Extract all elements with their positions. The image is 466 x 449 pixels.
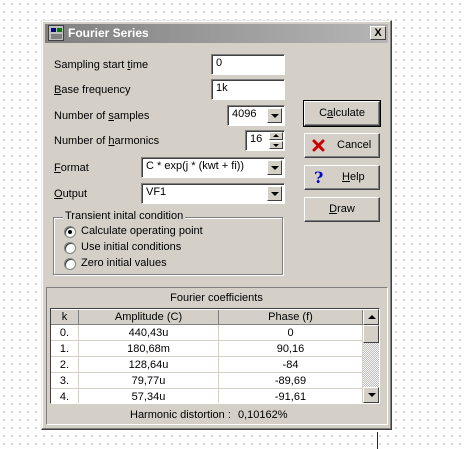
sampling-start-time-label: Sampling start time: [54, 59, 149, 71]
spinner-buttons[interactable]: [269, 132, 283, 149]
sampling-start-time-input[interactable]: 0: [211, 54, 285, 75]
cell-k: 3.: [51, 373, 79, 389]
column-header-amplitude[interactable]: Amplitude (C): [79, 310, 219, 325]
cell-k: 0.: [51, 325, 79, 341]
cell-amplitude: 128,64u: [79, 357, 219, 373]
base-frequency-label: Base frequency: [54, 84, 131, 96]
number-of-samples-label: Number of samples: [54, 110, 150, 122]
cell-k: 1.: [51, 341, 79, 357]
title-bar[interactable]: Fourier Series X: [45, 24, 388, 43]
close-button[interactable]: X: [370, 26, 386, 40]
cell-amplitude: 79,77u: [79, 373, 219, 389]
background-marker-line: [377, 432, 378, 449]
cell-amplitude: 57,34u: [79, 389, 219, 403]
table-row[interactable]: 0. 440,43u 0: [51, 325, 364, 341]
scroll-down-icon[interactable]: [363, 387, 379, 403]
vertical-scrollbar[interactable]: [363, 309, 379, 403]
spin-down-icon[interactable]: [269, 141, 283, 149]
format-value: C * exp(j * (kwt + fi)): [146, 160, 245, 172]
transient-condition-title: Transient inital condition: [63, 210, 186, 222]
table-row[interactable]: 2. 128,64u -84: [51, 357, 364, 373]
chevron-down-icon[interactable]: [267, 186, 282, 201]
chevron-down-icon[interactable]: [267, 160, 282, 175]
table-row[interactable]: 1. 180,68m 90,16: [51, 341, 364, 357]
number-of-harmonics-label: Number of harmonics: [54, 135, 160, 147]
cancel-label: Cancel: [337, 139, 372, 151]
column-header-phase[interactable]: Phase (f): [219, 310, 363, 325]
output-value: VF1: [146, 186, 167, 198]
base-frequency-input[interactable]: 1k: [211, 79, 285, 100]
cell-k: 2.: [51, 357, 79, 373]
fourier-coefficients-title: Fourier coefficients: [170, 292, 263, 304]
scroll-up-icon[interactable]: [363, 309, 379, 325]
table-row[interactable]: 4. 57,34u -91,61: [51, 389, 364, 403]
spin-up-icon[interactable]: [269, 132, 283, 140]
cell-phase: 90,16: [219, 341, 363, 357]
window-title: Fourier Series: [68, 26, 149, 40]
harmonic-distortion-label: Harmonic distortion :: [130, 409, 231, 421]
coefficients-table[interactable]: k Amplitude (C) Phase (f) 0. 440,43u 0 1…: [50, 308, 380, 404]
radio-calculate-operating-point[interactable]: [64, 226, 76, 238]
column-header-k[interactable]: k: [51, 310, 79, 325]
table-row[interactable]: 3. 79,77u -89,69: [51, 373, 364, 389]
draw-button[interactable]: Draw: [304, 197, 380, 222]
cancel-button[interactable]: Cancel: [304, 133, 380, 158]
cell-phase: 0: [219, 325, 363, 341]
format-select[interactable]: C * exp(j * (kwt + fi)): [141, 157, 285, 178]
cancel-x-icon: [312, 139, 325, 152]
number-of-harmonics-spinner[interactable]: 16: [245, 130, 285, 151]
radio-label-zero-initial-values: Zero initial values: [81, 257, 167, 269]
harmonic-distortion-value: 0,10162%: [238, 409, 288, 421]
scrollbar-thumb[interactable]: [363, 325, 379, 343]
number-of-samples-select[interactable]: 4096: [227, 105, 285, 126]
output-select[interactable]: VF1: [141, 183, 285, 204]
chevron-down-icon[interactable]: [267, 108, 282, 123]
cell-amplitude: 180,68m: [79, 341, 219, 357]
number-of-harmonics-value: 16: [250, 133, 263, 145]
format-label: Format: [54, 162, 89, 174]
app-icon: [48, 25, 64, 41]
output-label: Output: [54, 188, 88, 200]
radio-use-initial-conditions[interactable]: [64, 242, 76, 254]
help-label: Help: [342, 171, 365, 183]
fourier-series-dialog: Fourier Series X Sampling start time 0 B…: [41, 20, 392, 430]
cell-phase: -89,69: [219, 373, 363, 389]
radio-label-use-initial-conditions: Use initial conditions: [81, 241, 182, 253]
cell-k: 4.: [51, 389, 79, 403]
help-question-icon: ?: [314, 168, 324, 187]
calculate-button[interactable]: Calculate: [303, 100, 381, 127]
help-button[interactable]: ? Help: [304, 165, 380, 190]
cell-amplitude: 440,43u: [79, 325, 219, 341]
cell-phase: -84: [219, 357, 363, 373]
radio-zero-initial-values[interactable]: [64, 258, 76, 270]
cell-phase: -91,61: [219, 389, 363, 403]
number-of-samples-value: 4096: [232, 108, 257, 120]
radio-label-calculate-operating-point: Calculate operating point: [81, 225, 203, 237]
